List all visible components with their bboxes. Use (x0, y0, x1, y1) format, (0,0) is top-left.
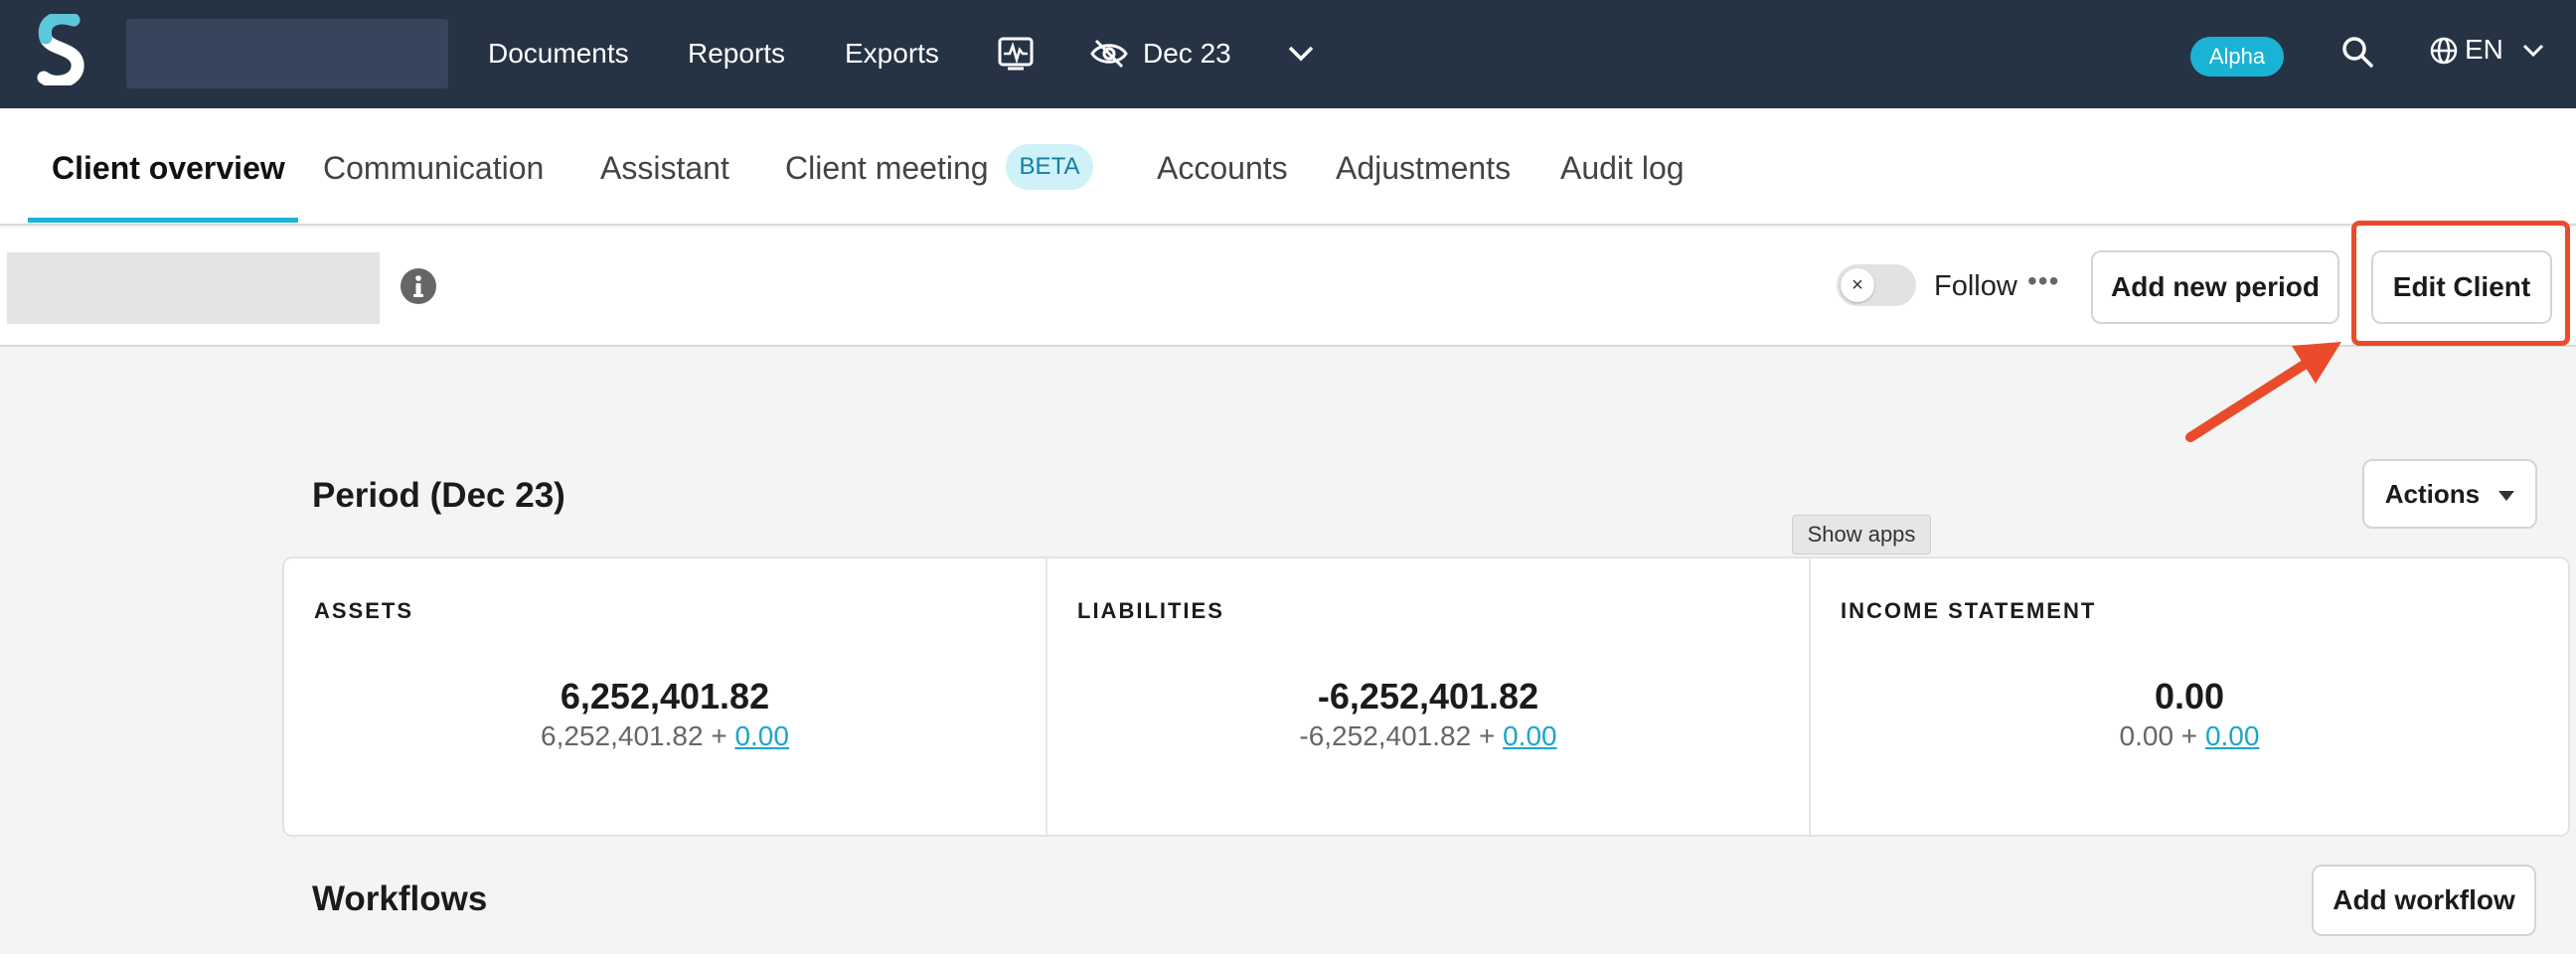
base-value: -6,252,401.82 + (1299, 720, 1496, 751)
adjustment-link[interactable]: 0.00 (734, 720, 789, 751)
actions-label: Actions (2384, 479, 2481, 509)
adjustment-link[interactable]: 0.00 (1503, 720, 1557, 751)
top-nav: Documents Reports Exports Dec 23 Alpha E… (0, 0, 2576, 108)
follow-toggle[interactable]: × (1837, 264, 1916, 306)
column-breakdown: 0.00 + 0.00 (1811, 719, 2568, 753)
annotation-arrow-icon (2185, 342, 2341, 442)
alpha-badge: Alpha (2190, 37, 2284, 77)
beta-badge: BETA (1006, 144, 1093, 190)
active-tab-indicator (28, 218, 298, 223)
tab-accounts[interactable]: Accounts (1157, 148, 1288, 188)
income-statement-column: INCOME STATEMENT 0.00 0.00 + 0.00 (1809, 558, 2568, 835)
assets-column: ASSETS 6,252,401.82 6,252,401.82 + 0.00 (284, 558, 1046, 835)
eye-off-icon[interactable] (1089, 38, 1129, 70)
column-total: -6,252,401.82 (1317, 676, 1539, 716)
logo[interactable] (36, 14, 85, 85)
tab-bar: Client overview Communication Assistant … (0, 108, 2576, 226)
column-total: 6,252,401.82 (560, 676, 770, 716)
workflows-title: Workflows (312, 879, 488, 918)
activity-icon[interactable] (998, 36, 1034, 72)
add-new-period-button[interactable]: Add new period (2091, 250, 2339, 324)
follow-label: Follow (1934, 270, 2017, 302)
column-title: LIABILITIES (1077, 598, 1224, 623)
nav-period[interactable]: Dec 23 (1143, 36, 1231, 72)
tab-audit-log[interactable]: Audit log (1560, 148, 1685, 188)
column-title: INCOME STATEMENT (1841, 598, 2097, 623)
column-title: ASSETS (314, 598, 414, 623)
client-search-box[interactable] (126, 19, 448, 88)
language-chevron-icon[interactable] (2522, 44, 2544, 58)
globe-icon[interactable] (2429, 36, 2459, 66)
period-title: Period (Dec 23) (312, 476, 565, 515)
search-icon[interactable] (2341, 36, 2373, 68)
tab-adjustments[interactable]: Adjustments (1336, 148, 1511, 188)
chevron-down-icon[interactable] (1288, 46, 1314, 62)
column-breakdown: 6,252,401.82 + 0.00 (284, 719, 1046, 753)
show-apps-tooltip: Show apps (1792, 515, 1931, 555)
client-header: × Follow ••• Add new period Edit Client (0, 228, 2576, 347)
tab-client-meeting[interactable]: Client meeting (785, 148, 989, 188)
column-total: 0.00 (2154, 676, 2225, 716)
nav-reports[interactable]: Reports (688, 36, 785, 72)
more-options-icon[interactable]: ••• (2027, 263, 2059, 299)
highlight-box (2351, 221, 2570, 346)
nav-exports[interactable]: Exports (845, 36, 939, 72)
language-selector[interactable]: EN (2465, 32, 2503, 68)
tab-communication[interactable]: Communication (323, 148, 544, 188)
base-value: 0.00 + (2119, 720, 2198, 751)
adjustment-link[interactable]: 0.00 (2205, 720, 2260, 751)
client-name (7, 252, 380, 324)
liabilities-column: LIABILITIES -6,252,401.82 -6,252,401.82 … (1046, 558, 1809, 835)
actions-button[interactable]: Actions (2362, 459, 2537, 529)
tab-client-overview[interactable]: Client overview (52, 148, 285, 188)
base-value: 6,252,401.82 + (541, 720, 727, 751)
info-icon[interactable] (400, 267, 437, 305)
caret-down-icon (2498, 491, 2515, 502)
toggle-off-icon: × (1841, 268, 1874, 302)
period-summary-card: ASSETS 6,252,401.82 6,252,401.82 + 0.00 … (282, 556, 2570, 837)
add-workflow-button[interactable]: Add workflow (2312, 865, 2536, 936)
nav-documents[interactable]: Documents (488, 36, 629, 72)
column-breakdown: -6,252,401.82 + 0.00 (1047, 719, 1809, 753)
tab-assistant[interactable]: Assistant (600, 148, 729, 188)
